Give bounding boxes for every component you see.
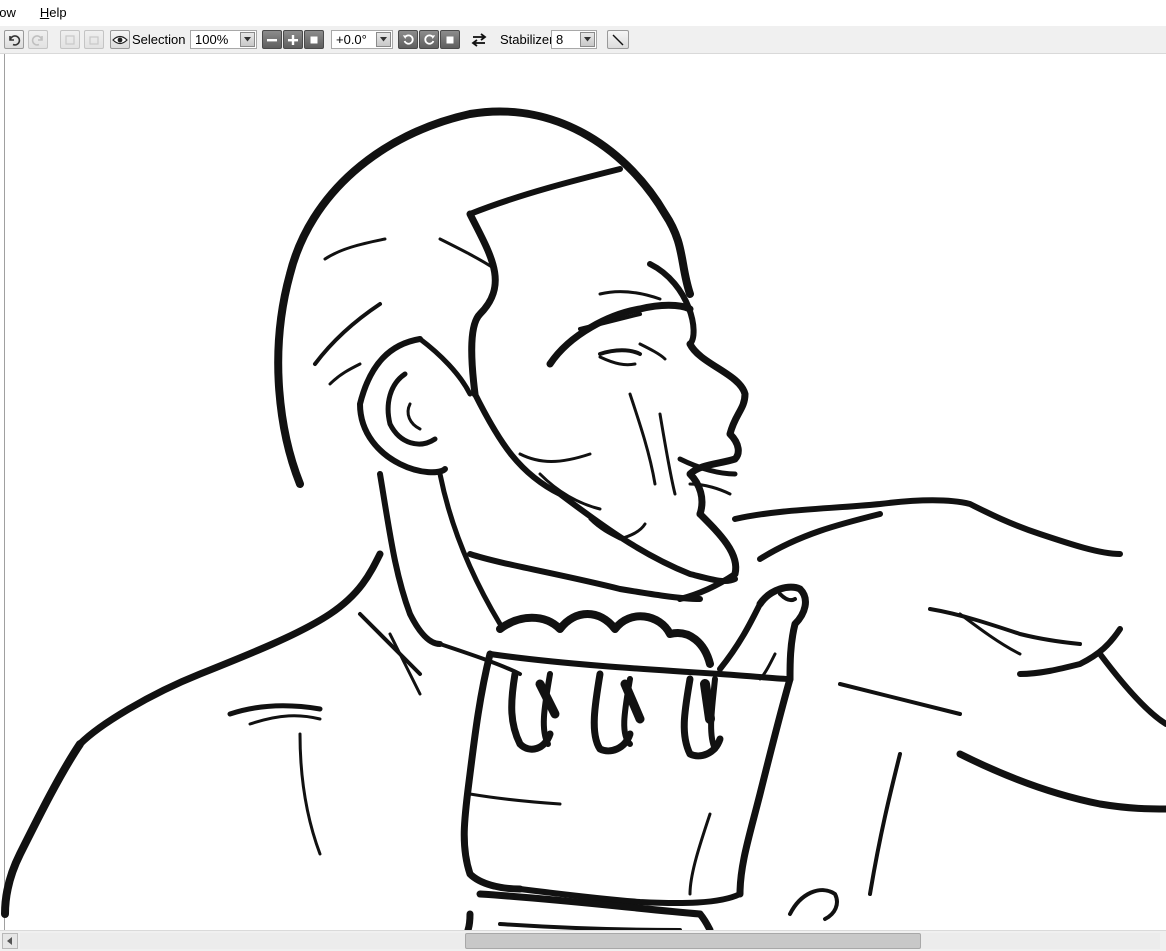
paste-icon xyxy=(89,35,99,45)
chevron-down-icon xyxy=(584,37,591,42)
disabled-tool-button-1[interactable] xyxy=(60,30,80,49)
menu-help-label: Help xyxy=(39,5,67,20)
disabled-tool-button-2[interactable] xyxy=(84,30,104,49)
paint-app-window: dow Help xyxy=(0,0,1166,951)
rotate-right-button[interactable] xyxy=(419,30,439,49)
scroll-track[interactable] xyxy=(20,933,1160,949)
zoom-value: 100% xyxy=(195,32,229,47)
toolbar: Selection 100% +0.0° Stabilizer 8 xyxy=(0,26,1166,54)
zoom-combo[interactable]: 100% xyxy=(190,30,257,49)
line-tool-icon xyxy=(612,34,624,45)
line-art-drawing xyxy=(1,107,1166,930)
menu-help[interactable]: Help xyxy=(33,0,74,26)
zoom-reset-button[interactable] xyxy=(304,30,324,49)
swap-arrows-icon xyxy=(471,32,487,47)
plus-icon xyxy=(288,34,298,45)
eye-icon xyxy=(112,35,128,44)
rotation-value: +0.0° xyxy=(336,32,367,47)
zoom-dropdown-arrow[interactable] xyxy=(240,32,255,47)
rotate-right-icon xyxy=(423,34,435,45)
horizontal-scrollbar[interactable] xyxy=(0,930,1166,951)
square-icon xyxy=(310,36,318,43)
menu-window-label: dow xyxy=(0,5,16,20)
undo-icon xyxy=(9,34,21,46)
redo-icon xyxy=(31,34,43,46)
rotation-dropdown-arrow[interactable] xyxy=(376,32,391,47)
cut-icon xyxy=(65,34,75,45)
stabilizer-combo[interactable]: 8 xyxy=(551,30,597,49)
stabilizer-value: 8 xyxy=(556,32,564,47)
scroll-thumb[interactable] xyxy=(465,933,921,949)
scroll-left-button[interactable] xyxy=(2,933,18,949)
redo-button[interactable] xyxy=(28,30,48,49)
zoom-in-button[interactable] xyxy=(283,30,303,49)
chevron-down-icon xyxy=(244,37,251,42)
minus-icon xyxy=(267,38,277,41)
stabilizer-dropdown-arrow[interactable] xyxy=(580,32,595,47)
line-tool-button[interactable] xyxy=(607,30,629,49)
chevron-down-icon xyxy=(380,37,387,42)
chevron-left-icon xyxy=(7,937,12,945)
stabilizer-label: Stabilizer xyxy=(500,32,554,47)
rotate-reset-button[interactable] xyxy=(440,30,460,49)
square-icon xyxy=(446,36,454,43)
menu-bar: dow Help xyxy=(0,0,1166,27)
zoom-out-button[interactable] xyxy=(262,30,282,49)
drawing-canvas[interactable] xyxy=(0,54,1166,930)
flip-horizontal-button[interactable] xyxy=(469,30,489,49)
rotation-combo[interactable]: +0.0° xyxy=(331,30,393,49)
rotate-left-icon xyxy=(402,34,414,45)
selection-label: Selection xyxy=(132,32,186,47)
rotate-left-button[interactable] xyxy=(398,30,418,49)
view-toggle-button[interactable] xyxy=(110,30,130,49)
undo-button[interactable] xyxy=(4,30,24,49)
menu-window[interactable]: dow xyxy=(0,0,23,26)
